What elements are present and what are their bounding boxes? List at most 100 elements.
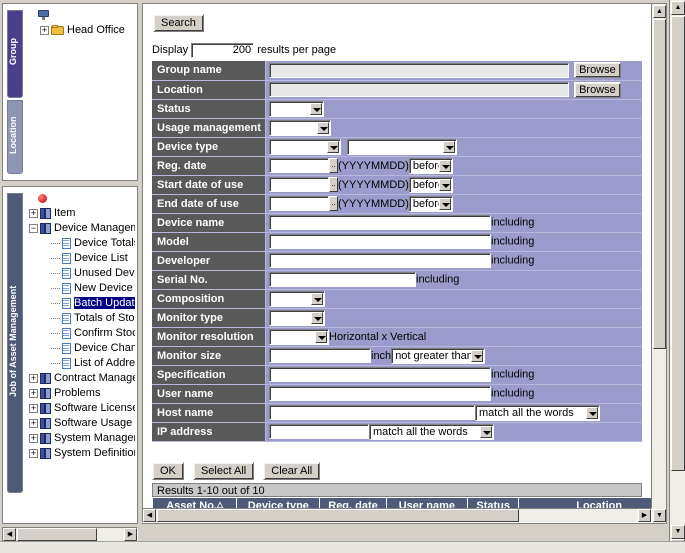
tree-item-device-change-log[interactable]: Device Change Log (27, 341, 135, 356)
scroll-right-icon[interactable]: ▶ (124, 528, 137, 541)
tree-item-device-management[interactable]: −Device Management (27, 221, 135, 236)
chevron-down-icon[interactable] (317, 122, 329, 134)
expand-plus-icon[interactable]: + (29, 209, 38, 218)
tree-item-confirm-stocktaking[interactable]: Confirm Stocktaking De (27, 326, 135, 341)
start-date-compare-select[interactable]: before (409, 177, 453, 193)
main-vertical-scrollbar[interactable]: ▲ ▼ (651, 4, 666, 523)
scroll-left-icon[interactable]: ◀ (143, 509, 156, 522)
calendar-picker-icon[interactable]: .. (329, 158, 338, 173)
expand-plus-icon[interactable]: + (29, 419, 38, 428)
field-row-device-type: Device type (152, 137, 642, 156)
device-type-select[interactable] (269, 139, 341, 155)
tree-item-device-list[interactable]: Device List (27, 251, 135, 266)
chevron-down-icon[interactable] (311, 312, 323, 324)
usage-management-select[interactable] (269, 120, 331, 136)
scroll-right-icon[interactable]: ▶ (638, 509, 651, 522)
tree-item-unused-device-list[interactable]: Unused Device List (27, 266, 135, 281)
chevron-down-icon[interactable] (439, 160, 451, 172)
tree-item-new-device[interactable]: New Device (27, 281, 135, 296)
scrollbar-thumb[interactable] (17, 528, 97, 541)
calendar-picker-icon[interactable]: .. (329, 196, 338, 211)
scroll-left-icon[interactable]: ◀ (3, 528, 16, 541)
host-name-input[interactable] (269, 405, 475, 420)
location-browse-button[interactable]: Browse (574, 82, 621, 98)
chevron-down-icon[interactable] (310, 103, 322, 115)
calendar-picker-icon[interactable]: .. (329, 177, 338, 192)
scrollbar-thumb[interactable] (157, 509, 519, 522)
tree-item-system-management[interactable]: +System Management (27, 431, 135, 446)
expand-plus-icon[interactable]: + (29, 404, 38, 413)
scroll-up-icon[interactable]: ▲ (653, 5, 666, 18)
expand-plus-icon[interactable]: + (29, 449, 38, 458)
tab-job-of-asset-management[interactable]: Job of Asset Management (7, 193, 23, 493)
chevron-down-icon[interactable] (439, 198, 451, 210)
group-name-browse-button[interactable]: Browse (574, 62, 621, 78)
field-value-cell (266, 99, 643, 118)
tab-group[interactable]: Group (7, 10, 23, 98)
developer-input[interactable] (269, 253, 491, 268)
serial-no-input[interactable] (269, 272, 416, 287)
user-name-input[interactable] (269, 386, 491, 401)
scroll-down-icon[interactable]: ▼ (671, 525, 685, 539)
reg-date-input[interactable] (269, 158, 329, 173)
chevron-down-icon[interactable] (471, 350, 483, 362)
ip-address-match-select[interactable]: match all the words (369, 424, 494, 440)
chevron-down-icon[interactable] (327, 141, 339, 153)
tree-item-system-definition[interactable]: +System Definition (27, 446, 135, 461)
device-name-input[interactable] (269, 215, 491, 230)
tree-item-item[interactable]: +Item (27, 206, 135, 221)
tab-location[interactable]: Location (7, 100, 23, 174)
expand-plus-icon[interactable]: + (29, 389, 38, 398)
expand-plus-icon[interactable]: + (40, 26, 49, 35)
chevron-down-icon[interactable] (315, 331, 327, 343)
tree-item-batch-update[interactable]: Batch Update (27, 296, 135, 311)
tree-item-software-license[interactable]: +Software License (27, 401, 135, 416)
tree-item-totals-of-stocktaking[interactable]: Totals of Stocktaking-U (27, 311, 135, 326)
end-date-compare-select[interactable]: before (409, 196, 453, 212)
location-input[interactable] (269, 82, 569, 97)
model-input[interactable] (269, 234, 491, 249)
tree-item-problems[interactable]: +Problems (27, 386, 135, 401)
reg-date-compare-select[interactable]: before (409, 158, 453, 174)
left-panel-horizontal-scrollbar[interactable]: ◀ ▶ (2, 527, 138, 542)
tree-item-device-totals[interactable]: Device Totals (27, 236, 135, 251)
expand-plus-icon[interactable]: + (29, 434, 38, 443)
status-select[interactable] (269, 101, 324, 117)
monitor-resolution-select[interactable] (269, 329, 329, 345)
chevron-down-icon[interactable] (480, 426, 492, 438)
collapse-minus-icon[interactable]: − (29, 224, 38, 233)
field-row-reg-date: Reg. date ..(YYYYMMDD)before (152, 156, 642, 175)
ip-address-input[interactable] (269, 424, 369, 439)
end-date-input[interactable] (269, 196, 329, 211)
specification-input[interactable] (269, 367, 491, 382)
scrollbar-thumb[interactable] (671, 16, 685, 471)
tree-item-contract-management[interactable]: +Contract Management (27, 371, 135, 386)
expand-plus-icon[interactable]: + (29, 374, 38, 383)
results-per-page-input[interactable] (191, 43, 254, 58)
host-name-match-select[interactable]: match all the words (475, 405, 600, 421)
scroll-down-icon[interactable]: ▼ (653, 509, 666, 522)
clear-all-button[interactable]: Clear All (263, 462, 320, 480)
chevron-down-icon[interactable] (439, 179, 451, 191)
search-button[interactable]: Search (153, 14, 204, 32)
scrollbar-thumb[interactable] (653, 19, 666, 349)
group-name-input[interactable] (269, 63, 569, 78)
ok-button[interactable]: OK (152, 462, 184, 480)
window-vertical-scrollbar[interactable]: ▲ ▼ ▶ (669, 0, 685, 553)
application-window: Group Location +Head Office Job of Asset… (0, 0, 685, 553)
chevron-down-icon[interactable] (443, 141, 455, 153)
scroll-up-icon[interactable]: ▲ (671, 1, 685, 15)
monitor-size-input[interactable] (269, 348, 371, 363)
chevron-down-icon[interactable] (586, 407, 598, 419)
tree-item-head-office[interactable]: +Head Office (27, 23, 135, 38)
tree-item-list-of-address-in-use[interactable]: List of Address in Use (27, 356, 135, 371)
tree-item-software-usage-management[interactable]: +Software Usage Managem (27, 416, 135, 431)
start-date-input[interactable] (269, 177, 329, 192)
select-all-button[interactable]: Select All (193, 462, 254, 480)
composition-select[interactable] (269, 291, 325, 307)
chevron-down-icon[interactable] (311, 293, 323, 305)
device-subtype-select[interactable] (347, 139, 457, 155)
main-horizontal-scrollbar[interactable]: ◀ ▶ (142, 508, 652, 523)
monitor-type-select[interactable] (269, 310, 325, 326)
monitor-size-compare-select[interactable]: not greater than (391, 348, 485, 364)
